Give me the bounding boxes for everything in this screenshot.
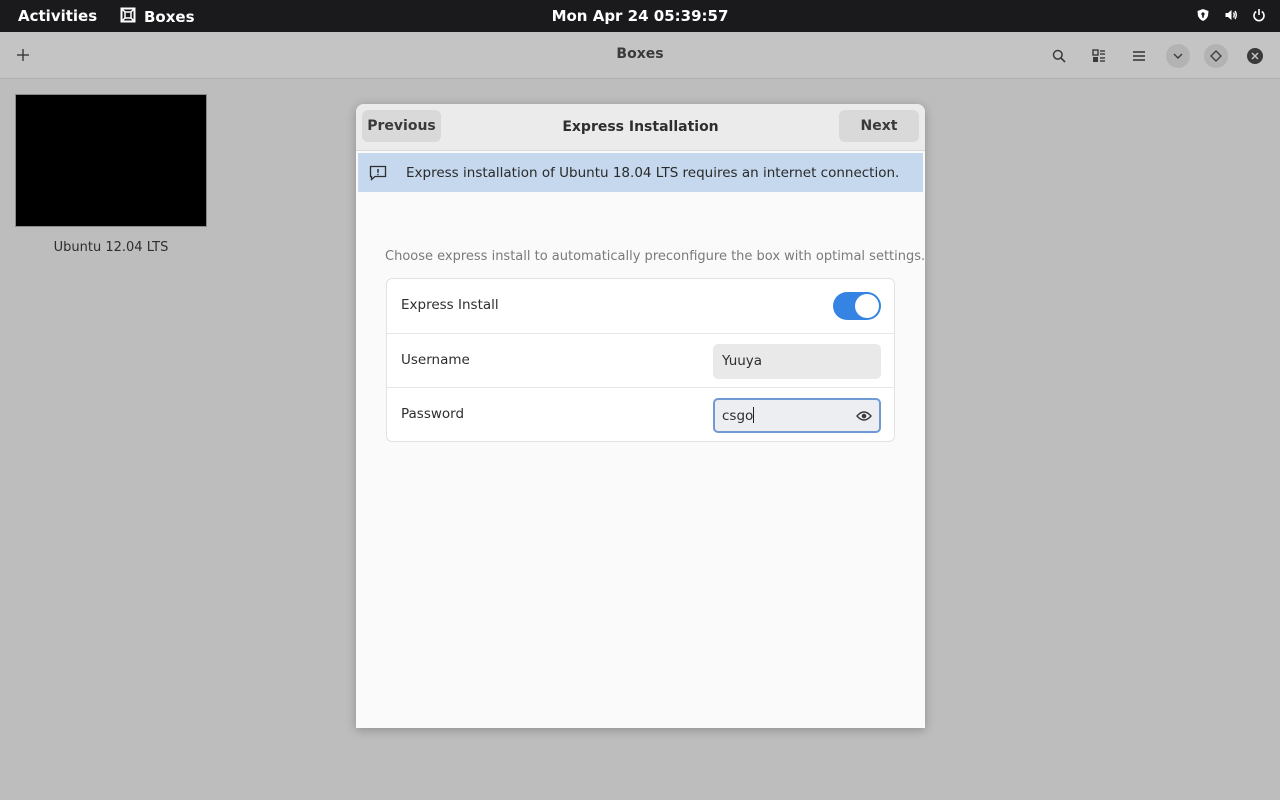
add-button[interactable] xyxy=(12,44,34,66)
express-install-toggle[interactable] xyxy=(833,292,881,320)
username-label: Username xyxy=(401,352,470,368)
box-thumbnail[interactable] xyxy=(15,94,207,227)
maximize-button[interactable] xyxy=(1204,44,1228,68)
settings-list: Express Install Username Yuuya Password … xyxy=(386,278,895,442)
box-item[interactable]: Ubuntu 12.04 LTS xyxy=(15,94,207,255)
search-icon xyxy=(1052,49,1066,63)
hamburger-menu-icon xyxy=(1133,51,1145,61)
chevron-down-icon xyxy=(1173,53,1183,59)
app-header-bar: Boxes xyxy=(0,32,1280,79)
dialog-header: Previous Express Installation Next xyxy=(356,104,925,151)
toggle-knob xyxy=(855,294,879,318)
info-icon xyxy=(368,163,388,183)
express-install-label: Express Install xyxy=(401,297,499,313)
description-text: Choose express install to automatically … xyxy=(385,249,925,264)
close-icon xyxy=(1247,48,1263,64)
box-label: Ubuntu 12.04 LTS xyxy=(53,240,169,255)
dialog-title: Express Installation xyxy=(562,119,719,135)
info-bar: Express installation of Ubuntu 18.04 LTS… xyxy=(358,153,923,192)
express-install-row[interactable]: Express Install xyxy=(387,279,894,333)
password-row: Password csgo xyxy=(387,387,894,442)
power-icon xyxy=(1252,8,1266,22)
username-row: Username Yuuya xyxy=(387,333,894,388)
show-password-icon[interactable] xyxy=(855,407,873,425)
express-installation-dialog: Previous Express Installation Next Expre… xyxy=(356,104,925,728)
system-tray[interactable] xyxy=(1196,8,1266,22)
info-message: Express installation of Ubuntu 18.04 LTS… xyxy=(406,164,900,181)
password-label: Password xyxy=(401,406,465,422)
plus-icon xyxy=(17,49,29,61)
app-menu-button[interactable]: Boxes xyxy=(120,7,195,27)
top-bar: Activities Boxes Mon Apr 24 05:39:57 xyxy=(0,0,1280,32)
view-mode-button[interactable] xyxy=(1086,43,1112,69)
username-value: Yuuya xyxy=(722,353,763,369)
minimize-button[interactable] xyxy=(1166,44,1190,68)
window-title: Boxes xyxy=(616,46,664,62)
clock[interactable]: Mon Apr 24 05:39:57 xyxy=(552,7,729,25)
password-input[interactable]: csgo xyxy=(713,398,881,433)
text-cursor xyxy=(753,407,755,423)
diamond-icon xyxy=(1210,50,1222,62)
view-grid-icon xyxy=(1092,49,1105,62)
boxes-app-icon xyxy=(120,7,136,27)
volume-icon xyxy=(1224,8,1238,22)
username-input[interactable]: Yuuya xyxy=(713,344,881,379)
shield-icon xyxy=(1196,8,1210,22)
password-value: csgo xyxy=(722,408,754,424)
search-button[interactable] xyxy=(1046,43,1072,69)
next-button[interactable]: Next xyxy=(839,110,919,142)
close-button[interactable] xyxy=(1242,43,1268,69)
previous-button[interactable]: Previous xyxy=(362,110,441,142)
main-menu-button[interactable] xyxy=(1126,43,1152,69)
activities-button[interactable]: Activities xyxy=(18,7,97,25)
app-name: Boxes xyxy=(144,8,195,26)
